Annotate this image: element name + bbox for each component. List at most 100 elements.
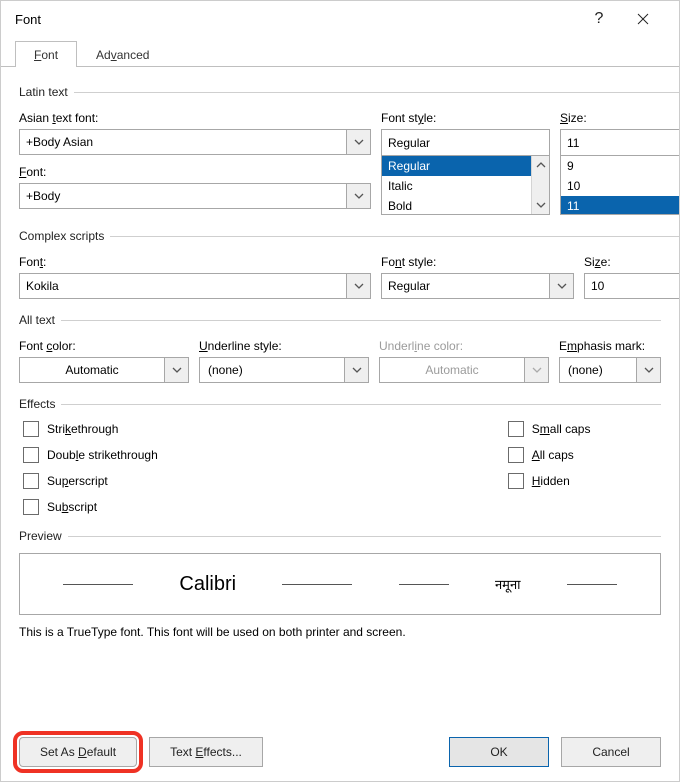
latin-text-group: Latin text Asian text font: Font: Font <box>19 85 680 215</box>
subscript-checkbox[interactable]: Subscript <box>23 499 158 515</box>
asian-font-combo[interactable] <box>19 129 371 155</box>
chevron-down-icon <box>172 365 182 375</box>
chevron-down-icon <box>644 365 654 375</box>
tab-font[interactable]: Font <box>15 41 77 67</box>
font-dialog: Font ? Font Advanced Latin text Asian te… <box>0 0 680 782</box>
font-style-option-italic[interactable]: Italic <box>382 176 549 196</box>
underline-color-dropdown-button <box>524 358 548 382</box>
complex-style-input[interactable] <box>382 274 549 298</box>
preview-rule <box>63 584 133 585</box>
preview-latin-sample: Calibri <box>179 573 236 596</box>
checkbox-icon <box>508 447 524 463</box>
size-option-11[interactable]: 11 <box>561 196 680 215</box>
help-button[interactable]: ? <box>577 4 621 34</box>
font-style-scrollbar[interactable] <box>531 156 549 214</box>
font-style-listbox[interactable]: Regular Italic Bold <box>381 155 550 215</box>
checkbox-icon <box>23 473 39 489</box>
emphasis-mark-value: (none) <box>560 358 636 382</box>
set-as-default-button[interactable]: Set As Default <box>19 737 137 767</box>
checkbox-icon <box>23 447 39 463</box>
effects-legend: Effects <box>19 397 61 411</box>
chevron-down-icon <box>352 365 362 375</box>
preview-group: Preview Calibri नमूना This is a TrueType… <box>19 529 661 639</box>
asian-font-dropdown-button[interactable] <box>346 130 370 154</box>
superscript-checkbox[interactable]: Superscript <box>23 473 158 489</box>
underline-style-dropdown-button[interactable] <box>344 358 368 382</box>
size-listbox[interactable]: 9 10 11 <box>560 155 680 215</box>
text-effects-button[interactable]: Text Effects... <box>149 737 263 767</box>
chevron-down-icon <box>532 365 542 375</box>
font-style-option-regular[interactable]: Regular <box>382 156 549 176</box>
latin-font-combo[interactable] <box>19 183 371 209</box>
font-color-dropdown-button[interactable] <box>164 358 188 382</box>
underline-style-dropdown[interactable]: (none) <box>199 357 369 383</box>
checkbox-icon <box>23 421 39 437</box>
checkbox-icon <box>23 499 39 515</box>
small-caps-checkbox[interactable]: Small caps <box>508 421 591 437</box>
emphasis-mark-dropdown-button[interactable] <box>636 358 660 382</box>
font-style-label: Font style: <box>381 111 550 125</box>
chevron-up-icon <box>536 160 546 170</box>
underline-style-value: (none) <box>200 358 344 382</box>
complex-font-combo[interactable] <box>19 273 371 299</box>
underline-color-value: Automatic <box>380 358 524 382</box>
scroll-down-button[interactable] <box>532 196 549 214</box>
latin-font-dropdown-button[interactable] <box>346 184 370 208</box>
preview-note: This is a TrueType font. This font will … <box>19 625 661 639</box>
complex-style-dropdown-button[interactable] <box>549 274 573 298</box>
complex-font-input[interactable] <box>20 274 346 298</box>
preview-legend: Preview <box>19 529 68 543</box>
titlebar: Font ? <box>1 1 679 37</box>
tabstrip: Font Advanced <box>1 37 679 67</box>
chevron-down-icon <box>354 137 364 147</box>
chevron-down-icon <box>354 281 364 291</box>
ok-button[interactable]: OK <box>449 737 549 767</box>
all-caps-checkbox[interactable]: All caps <box>508 447 591 463</box>
preview-complex-sample: नमूना <box>495 575 521 593</box>
latin-font-input[interactable] <box>20 184 346 208</box>
chevron-down-icon <box>557 281 567 291</box>
underline-color-dropdown: Automatic <box>379 357 549 383</box>
emphasis-mark-dropdown[interactable]: (none) <box>559 357 661 383</box>
font-color-dropdown[interactable]: Automatic <box>19 357 189 383</box>
close-button[interactable] <box>621 4 665 34</box>
effects-group: Effects Strikethrough Double strikethrou… <box>19 397 661 515</box>
dialog-button-row: Set As Default Text Effects... OK Cancel <box>19 737 661 767</box>
complex-size-input[interactable] <box>585 274 680 298</box>
size-option-10[interactable]: 10 <box>561 176 680 196</box>
font-style-option-bold[interactable]: Bold <box>382 196 549 215</box>
complex-size-combo[interactable] <box>584 273 680 299</box>
underline-color-label: Underline color: <box>379 339 549 353</box>
hidden-checkbox[interactable]: Hidden <box>508 473 591 489</box>
cancel-button[interactable]: Cancel <box>561 737 661 767</box>
strikethrough-checkbox[interactable]: Strikethrough <box>23 421 158 437</box>
emphasis-mark-label: Emphasis mark: <box>559 339 661 353</box>
preview-box: Calibri नमूना <box>19 553 661 615</box>
size-option-9[interactable]: 9 <box>561 156 680 176</box>
complex-scripts-group: Complex scripts Font: Font style: <box>19 229 680 299</box>
font-style-combo[interactable] <box>381 129 550 155</box>
chevron-down-icon <box>354 191 364 201</box>
underline-style-label: Underline style: <box>199 339 369 353</box>
checkbox-icon <box>508 473 524 489</box>
double-strikethrough-checkbox[interactable]: Double strikethrough <box>23 447 158 463</box>
font-color-label: Font color: <box>19 339 189 353</box>
font-color-value: Automatic <box>20 358 164 382</box>
complex-scripts-legend: Complex scripts <box>19 229 110 243</box>
scroll-up-button[interactable] <box>532 156 549 174</box>
all-text-legend: All text <box>19 313 61 327</box>
font-style-input[interactable] <box>382 130 549 155</box>
latin-font-label: Font: <box>19 165 371 179</box>
preview-rule <box>567 584 617 585</box>
preview-rule <box>399 584 449 585</box>
asian-font-input[interactable] <box>20 130 346 154</box>
size-combo[interactable] <box>560 129 680 155</box>
complex-style-label: Font style: <box>381 255 574 269</box>
complex-size-label: Size: <box>584 255 680 269</box>
tab-advanced[interactable]: Advanced <box>77 41 168 67</box>
complex-style-combo[interactable] <box>381 273 574 299</box>
close-icon <box>637 13 649 25</box>
complex-font-dropdown-button[interactable] <box>346 274 370 298</box>
size-input[interactable] <box>561 130 680 155</box>
chevron-down-icon <box>536 200 546 210</box>
